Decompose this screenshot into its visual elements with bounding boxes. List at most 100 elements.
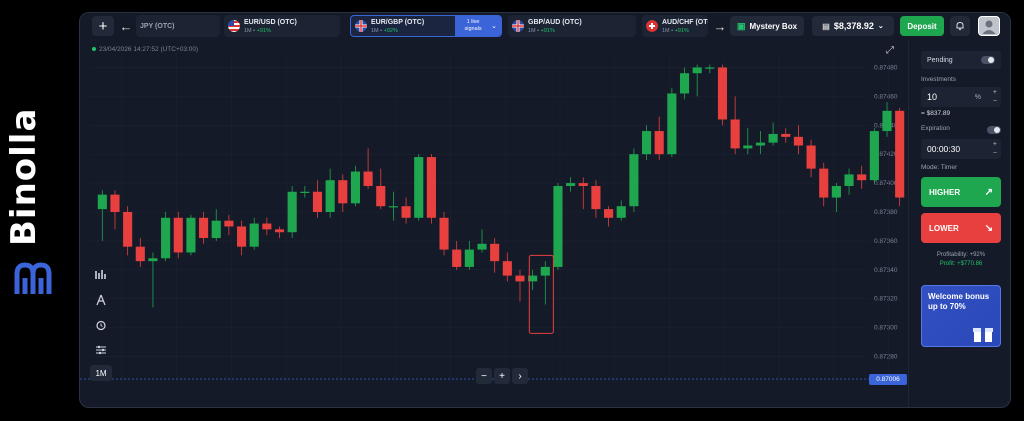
y-tick-label: 0.87320 xyxy=(874,296,898,303)
lower-button[interactable]: LOWER ↘ xyxy=(921,213,1001,243)
candle-body xyxy=(325,180,335,212)
uk-flag-icon xyxy=(512,20,524,32)
zoom-out-button[interactable]: − xyxy=(476,368,492,384)
candle-body xyxy=(148,258,158,262)
asset-tab-jpy[interactable]: JPY (OTC) xyxy=(136,15,220,37)
candle-body xyxy=(679,73,690,94)
candle-body xyxy=(236,226,247,247)
brand-sidebar: Binolla xyxy=(0,0,78,421)
candle-body xyxy=(274,229,285,233)
add-asset-button[interactable]: + xyxy=(92,16,114,36)
profitability-text: Profitability: +92% xyxy=(936,252,986,258)
candle-body xyxy=(97,194,107,210)
candle-body xyxy=(604,209,614,218)
zoom-controls: − + › xyxy=(476,368,530,384)
price-chart[interactable]: 0.874800.874600.874400.874200.874000.873… xyxy=(80,41,908,387)
wallet-icon: ▤ xyxy=(822,21,830,31)
live-signals-button[interactable]: 1 live signals ⌄ xyxy=(455,16,501,36)
bonus-text: Welcome bonus up to 70% xyxy=(928,292,990,311)
candle-body xyxy=(806,145,816,169)
candle-body xyxy=(768,133,778,143)
expiration-input[interactable]: 00:00:30 + − xyxy=(921,139,1001,159)
scroll-forward-button[interactable]: › xyxy=(512,368,528,384)
gift-icon: ▣ xyxy=(736,20,746,31)
candle-body xyxy=(287,191,297,233)
brand-name: Binolla xyxy=(4,107,44,246)
scroll-left-icon[interactable]: ← xyxy=(118,16,134,36)
candle-body xyxy=(844,174,854,186)
deposit-button[interactable]: Deposit xyxy=(900,16,944,36)
swiss-flag-icon xyxy=(646,20,658,32)
investment-stepper[interactable]: + − xyxy=(993,88,997,106)
candle-body xyxy=(857,174,867,181)
candle-body xyxy=(464,249,474,267)
y-tick-label: 0.87300 xyxy=(874,325,898,332)
investment-unit: % xyxy=(974,93,981,101)
pending-toggle-row[interactable]: Pending xyxy=(921,51,1001,69)
alarm-clock-icon[interactable] xyxy=(90,315,112,335)
y-tick-label: 0.87480 xyxy=(874,64,898,71)
candle-body xyxy=(502,261,512,276)
higher-button[interactable]: HIGHER ↗ xyxy=(921,177,1001,207)
candle-body xyxy=(730,119,740,149)
higher-label: HIGHER xyxy=(929,187,961,197)
pending-label: Pending xyxy=(927,56,953,64)
candle-body xyxy=(161,217,171,259)
candle-body xyxy=(629,154,639,207)
zoom-in-button[interactable]: + xyxy=(494,368,510,384)
uk-flag-icon xyxy=(355,20,367,32)
drawing-compass-icon[interactable] xyxy=(90,290,112,310)
y-tick-label: 0.87460 xyxy=(874,93,898,100)
asset-sub: 1M • +92% xyxy=(371,27,398,34)
y-tick-label: 0.87280 xyxy=(874,354,898,361)
candle-body xyxy=(553,185,563,267)
mystery-box-button[interactable]: ▣ Mystery Box xyxy=(730,16,804,36)
candle-body xyxy=(388,206,398,208)
candle-body xyxy=(819,168,829,198)
asset-tab-eurgbp[interactable]: EUR/GBP (OTC) 1M • +92% 1 live signals ⌄ xyxy=(350,15,502,37)
candle-body xyxy=(591,185,601,210)
candle-body xyxy=(110,194,120,212)
indicators-icon[interactable] xyxy=(90,265,112,285)
investments-label: Investments xyxy=(921,76,957,83)
pending-toggle[interactable] xyxy=(981,56,995,64)
asset-tab-eurusd[interactable]: EUR/USD (OTC) 1M • +91% xyxy=(224,15,340,37)
candle-body xyxy=(262,223,272,230)
chevron-down-icon: ⌄ xyxy=(491,22,497,30)
candle-body xyxy=(376,185,386,207)
candle-body xyxy=(199,217,209,239)
asset-name: JPY (OTC) xyxy=(140,22,175,30)
y-tick-label: 0.87400 xyxy=(874,180,898,187)
asset-tab-audchf[interactable]: AUD/CHF (OTC) 1M • +91% xyxy=(642,15,708,37)
trade-panel: Pending Investments 10 % + − = $837.89 Ex… xyxy=(908,41,1010,407)
candle-body xyxy=(490,243,500,262)
expiration-stepper[interactable]: + − xyxy=(993,140,997,158)
welcome-bonus-banner[interactable]: Welcome bonus up to 70% xyxy=(921,285,1001,347)
asset-name: GBP/AUD (OTC) xyxy=(528,18,582,26)
candle-body xyxy=(401,206,411,218)
trading-window: + ← JPY (OTC) EUR/USD (OTC) 1M • +91% EU… xyxy=(79,12,1011,408)
expiration-toggle[interactable] xyxy=(987,126,1001,134)
lower-label: LOWER xyxy=(929,223,959,233)
candle-body xyxy=(831,185,841,198)
avatar[interactable] xyxy=(978,16,1000,36)
asset-tab-gbpaud[interactable]: GBP/AUD (OTC) 1M • +91% xyxy=(508,15,636,37)
timeframe-button[interactable]: 1M xyxy=(90,365,112,381)
investment-input[interactable]: 10 % + − xyxy=(921,87,1001,107)
candle-body xyxy=(338,180,348,204)
balance-button[interactable]: ▤ $8,378.92 ⌄ xyxy=(812,16,894,36)
candle-body xyxy=(224,220,234,227)
investment-value: 10 xyxy=(927,92,938,102)
candle-body xyxy=(249,223,259,247)
candle-body xyxy=(566,183,576,186)
settings-sliders-icon[interactable] xyxy=(90,340,112,360)
scroll-right-icon[interactable]: → xyxy=(712,16,728,36)
candle-body xyxy=(300,191,310,193)
asset-sub: 1M • +91% xyxy=(528,27,555,34)
candle-body xyxy=(186,217,196,253)
us-flag-icon xyxy=(228,20,240,32)
bell-icon[interactable] xyxy=(950,16,970,36)
candle-body xyxy=(882,110,892,132)
candle-body xyxy=(452,249,462,267)
candle-body xyxy=(755,142,766,146)
